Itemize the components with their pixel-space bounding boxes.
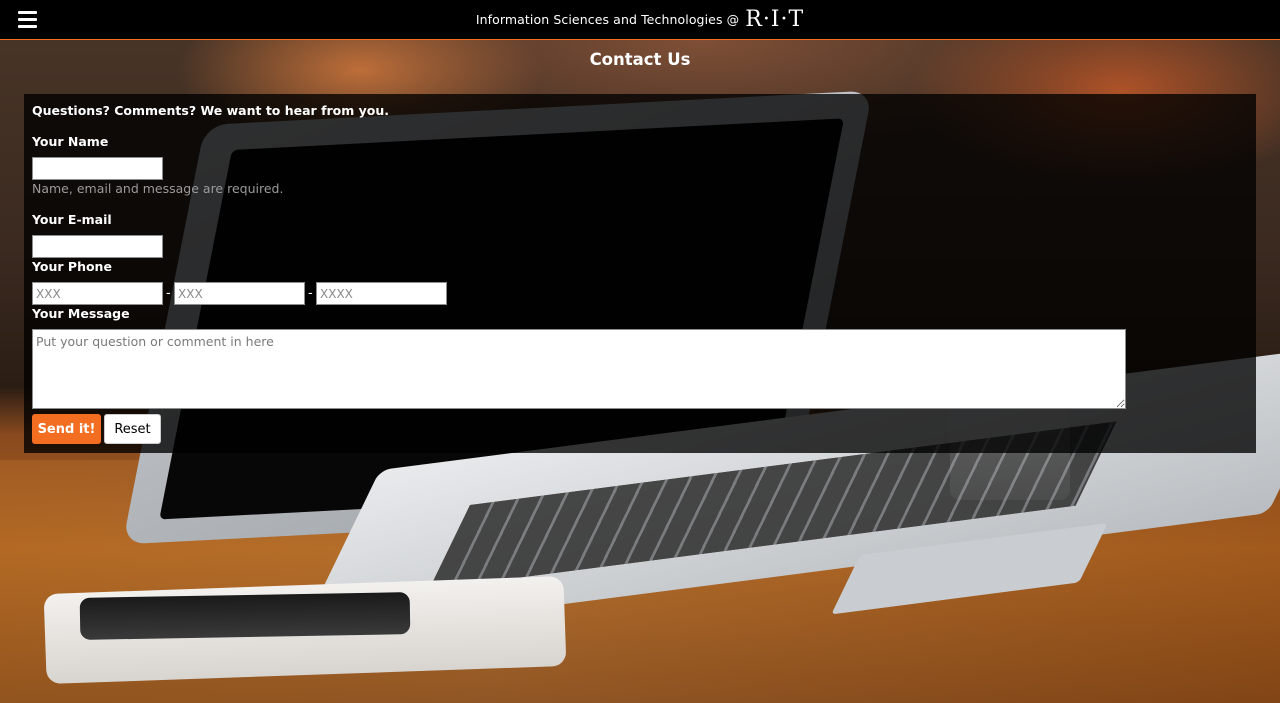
form-intro: Questions? Comments? We want to hear fro…: [32, 103, 390, 118]
name-label: Your Name: [32, 134, 109, 149]
brand-text: Information Sciences and Technologies @: [475, 12, 740, 27]
phone-prefix-input[interactable]: [174, 282, 305, 305]
send-button[interactable]: Send it!: [32, 414, 101, 444]
hamburger-menu-icon[interactable]: [18, 11, 37, 28]
contact-form: Questions? Comments? We want to hear fro…: [24, 94, 1256, 453]
page-title: Contact Us: [589, 50, 691, 69]
site-brand[interactable]: Information Sciences and Technologies @ …: [476, 7, 804, 32]
email-input[interactable]: [32, 235, 163, 258]
reset-button[interactable]: Reset: [104, 414, 161, 444]
email-label: Your E-mail: [32, 212, 112, 227]
phone-area-code-input[interactable]: [32, 282, 163, 305]
rit-logo: R·I·T: [745, 7, 805, 32]
name-input[interactable]: [32, 157, 163, 180]
top-navigation-bar: Information Sciences and Technologies @ …: [0, 0, 1280, 40]
message-textarea[interactable]: [32, 329, 1126, 409]
phone-separator: -: [308, 286, 313, 301]
phone-separator: -: [166, 286, 171, 301]
required-fields-hint: Name, email and message are required.: [32, 181, 284, 196]
smartphone: [79, 592, 411, 640]
phone-line-number-input[interactable]: [316, 282, 447, 305]
message-label: Your Message: [32, 306, 130, 321]
phone-label: Your Phone: [32, 259, 112, 274]
